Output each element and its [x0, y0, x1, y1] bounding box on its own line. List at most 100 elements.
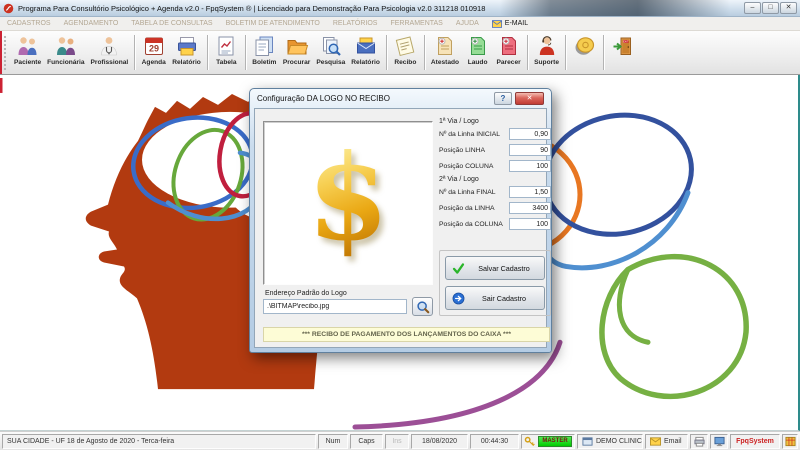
title-bar: Programa Para Consultório Psicológico + … — [0, 0, 800, 17]
status-access-level: MASTER — [521, 433, 575, 449]
toolbar-label: Procurar — [282, 59, 311, 66]
field-row: Posição da COLUNA — [439, 218, 551, 230]
toolbar-boletim-button[interactable]: Boletim — [249, 32, 280, 73]
dialog-help-button[interactable]: ? — [494, 92, 512, 105]
status-email[interactable]: Email — [645, 433, 688, 449]
menu-ajuda[interactable]: AJUDA — [456, 20, 479, 27]
cabinet-icon — [784, 436, 796, 446]
calendar-icon: 29 — [144, 37, 163, 55]
window-controls: – □ ✕ — [744, 2, 797, 14]
field-label: Nº da Linha INICIAL — [439, 130, 501, 138]
status-num-lock: Num — [318, 433, 348, 449]
field-row: Posição COLUNA — [439, 160, 551, 172]
toolbar-separator — [206, 35, 208, 70]
toolbar-relatorio2-button[interactable]: Relatório — [348, 32, 383, 73]
toolbar-funcionaria-button[interactable]: Funcionária — [44, 32, 87, 73]
red-edge-decoration — [0, 31, 2, 74]
toolbar-profissional-button[interactable]: Profissional — [88, 32, 132, 73]
toolbar-agenda-button[interactable]: 29 Agenda — [138, 32, 169, 73]
status-printer[interactable] — [690, 433, 708, 449]
doctor-icon — [101, 37, 118, 56]
folder-icon — [286, 40, 308, 55]
group2-title: 2ª Via / Logo — [439, 176, 479, 183]
toolbar-separator — [385, 35, 387, 70]
toolbar-atestado-button[interactable]: Atestado — [428, 32, 462, 73]
posicao-coluna-input[interactable] — [509, 160, 551, 172]
exit-dialog-button[interactable]: Sair Cadastro — [445, 286, 545, 310]
toolbar-label: Paciente — [14, 59, 42, 66]
menu-tabela-de-consultas[interactable]: TABELA DE CONSULTAS — [131, 20, 212, 27]
toolbar-relatorio-button[interactable]: Relatório — [169, 32, 204, 73]
status-monitor[interactable] — [710, 433, 728, 449]
toolbar-coin-button[interactable] — [569, 32, 600, 73]
toolbar-separator — [244, 35, 246, 70]
toolbar-pesquisa-button[interactable]: Pesquisa — [313, 32, 348, 73]
field-label: Posição da LINHA — [439, 204, 495, 212]
toolbar-exit-button[interactable]: EXIT — [607, 32, 638, 73]
menu-ferramentas[interactable]: FERRAMENTAS — [390, 20, 442, 27]
field-row: Nº da Linha INICIAL — [439, 128, 551, 140]
printer-report-icon — [177, 37, 196, 56]
menu-agendamento[interactable]: AGENDAMENTO — [64, 20, 119, 27]
toolbar-paciente-button[interactable]: Paciente — [11, 32, 44, 73]
status-tool[interactable] — [782, 433, 798, 449]
clinic-window-icon — [582, 436, 593, 446]
posicao-da-coluna-input[interactable] — [509, 218, 551, 230]
toolbar-procurar-button[interactable]: Procurar — [280, 32, 314, 73]
printer-icon — [693, 436, 705, 447]
workspace: Configuração DA LOGO NO RECIBO ? ✕ $ End… — [0, 75, 800, 431]
browse-logo-button[interactable] — [412, 297, 433, 316]
toolbar-separator — [134, 35, 136, 70]
toolbar-label: Tabela — [216, 59, 237, 66]
status-insert: Ins — [385, 433, 409, 449]
linha-inicial-input[interactable] — [509, 128, 551, 140]
receipt-icon — [396, 36, 415, 57]
app-icon — [3, 3, 14, 13]
status-bar: SUA CIDADE - UF 18 de Agosto de 2020 - T… — [0, 431, 800, 450]
table-document-icon — [218, 36, 234, 56]
toolbar-label: Boletim — [252, 59, 277, 66]
save-button[interactable]: Salvar Cadastro — [445, 256, 545, 280]
close-button[interactable]: ✕ — [780, 2, 797, 14]
logo-path-input[interactable] — [263, 299, 407, 314]
exit-door-icon: EXIT — [613, 37, 631, 55]
svg-text:29: 29 — [149, 44, 159, 54]
status-time: 00:44:30 — [470, 433, 519, 449]
magnifier-icon — [416, 300, 429, 313]
logo-config-dialog: Configuração DA LOGO NO RECIBO ? ✕ $ End… — [249, 88, 552, 353]
toolbar-label: Suporte — [534, 59, 560, 66]
toolbar-recibo-button[interactable]: Recibo — [390, 32, 421, 73]
menu-boletim-de-atendimento[interactable]: BOLETIM DE ATENDIMENTO — [226, 20, 320, 27]
field-row: Posição da LINHA — [439, 202, 551, 214]
window-title: Programa Para Consultório Psicológico + … — [18, 3, 486, 13]
monitor-icon — [713, 436, 725, 446]
certificate-note-icon — [437, 37, 452, 55]
dialog-close-button[interactable]: ✕ — [515, 92, 544, 105]
patients-icon — [18, 37, 37, 55]
toolbar-separator — [603, 35, 605, 70]
toolbar-tabela-button[interactable]: Tabela — [211, 32, 242, 73]
dialog-title: Configuração DA LOGO NO RECIBO — [257, 94, 390, 103]
toolbar-parecer-button[interactable]: Parecer — [493, 32, 524, 73]
posicao-da-linha-input[interactable] — [509, 202, 551, 214]
position-settings: 1ª Via / Logo Nº da Linha INICIAL Posiçã… — [439, 114, 551, 234]
minimize-button[interactable]: – — [744, 2, 761, 14]
toolbar-laudo-button[interactable]: Laudo — [462, 32, 493, 73]
dialog-title-bar: Configuração DA LOGO NO RECIBO ? ✕ — [254, 89, 547, 108]
search-documents-icon — [322, 37, 341, 56]
menu-cadastros[interactable]: CADASTROS — [7, 20, 51, 27]
posicao-linha-input[interactable] — [509, 144, 551, 156]
toolbar-label: Parecer — [496, 59, 521, 66]
linha-final-input[interactable] — [509, 186, 551, 198]
toolbar-label: Relatório — [172, 59, 201, 66]
key-icon — [524, 436, 535, 446]
menu-email[interactable]: E-MAIL — [491, 19, 528, 28]
toolbar-separator — [527, 35, 529, 70]
svg-text:EXIT: EXIT — [622, 39, 628, 43]
toolbar-suporte-button[interactable]: Suporte — [531, 32, 562, 73]
medical-report-note-icon — [470, 37, 485, 55]
menu-relatorios[interactable]: RELATÓRIOS — [333, 20, 378, 27]
report-box-icon — [356, 37, 375, 54]
maximize-button[interactable]: □ — [762, 2, 779, 14]
status-brand: FpqSystem — [730, 433, 780, 449]
